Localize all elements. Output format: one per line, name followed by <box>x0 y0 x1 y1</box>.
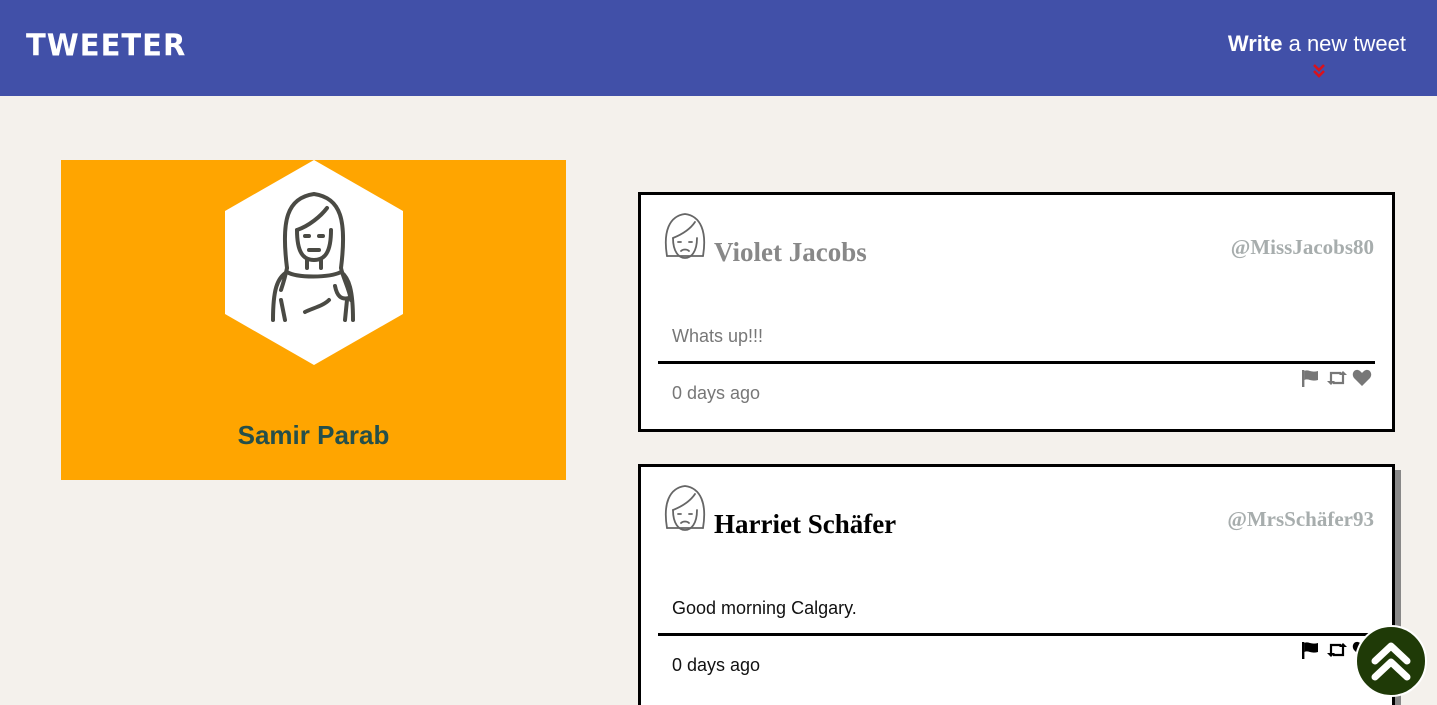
write-tweet-label-bold: Write <box>1227 31 1283 56</box>
profile-card: Samir Parab <box>61 160 566 480</box>
write-tweet-label-rest: a new tweet <box>1282 31 1406 56</box>
write-tweet-label: Write a new tweet <box>1228 31 1406 57</box>
tweet-timestamp: 0 days ago <box>672 383 761 403</box>
heart-icon[interactable] <box>1352 368 1374 388</box>
tweet-author-handle: @MissJacobs80 <box>1230 235 1374 259</box>
tweet-timestamp: 0 days ago <box>672 655 761 675</box>
flag-icon[interactable] <box>1300 368 1322 388</box>
tweet-divider <box>658 361 1375 364</box>
scroll-to-top-button[interactable] <box>1355 625 1427 697</box>
tweet-author-handle: @MrsSchäfer93 <box>1227 507 1374 531</box>
tweet-card: Harriet Schäfer @MrsSchäfer93 Good morni… <box>638 464 1395 705</box>
profile-avatar <box>225 160 403 365</box>
double-chevron-down-icon[interactable] <box>1312 63 1326 80</box>
tweet-content: Whats up!!! <box>672 326 764 346</box>
user-avatar-icon <box>664 485 706 531</box>
tweet-actions <box>1300 368 1374 388</box>
top-nav: TWEETER Write a new tweet <box>0 0 1437 96</box>
double-chevron-up-icon <box>1371 642 1411 681</box>
tweet-author-name: Harriet Schäfer <box>714 509 897 539</box>
flag-icon[interactable] <box>1300 640 1322 660</box>
user-avatar-icon <box>664 213 706 259</box>
retweet-icon[interactable] <box>1326 368 1348 388</box>
write-tweet-button[interactable]: Write a new tweet <box>1228 31 1406 78</box>
profile-name: Samir Parab <box>237 420 390 450</box>
tweet-author-name: Violet Jacobs <box>714 237 867 267</box>
tweet-content: Good morning Calgary. <box>672 598 857 618</box>
tweet-divider <box>658 633 1375 636</box>
retweet-icon[interactable] <box>1326 640 1348 660</box>
app-logo[interactable]: TWEETER <box>26 27 186 63</box>
tweet-card: Violet Jacobs @MissJacobs80 Whats up!!! … <box>638 192 1395 432</box>
